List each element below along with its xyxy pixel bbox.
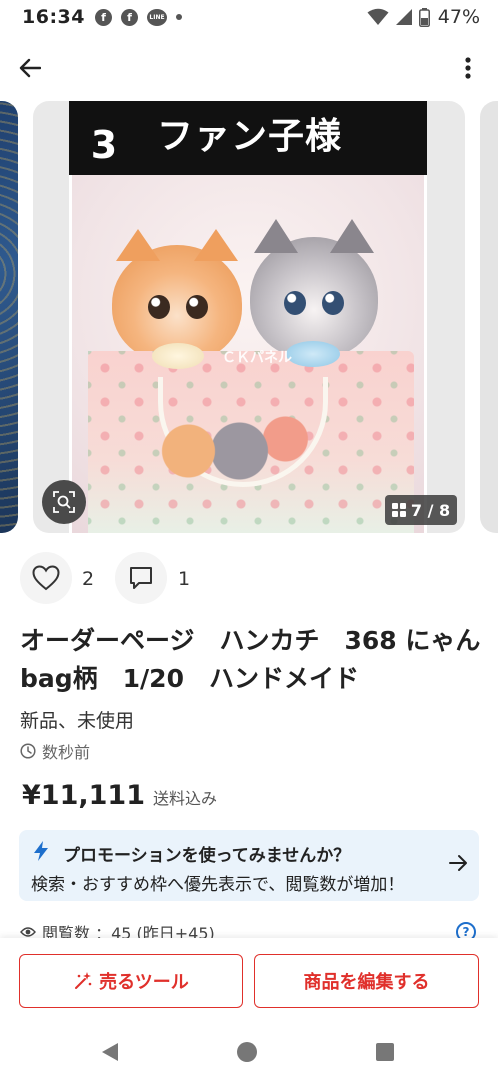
listed-time-row: 数秒前: [20, 739, 90, 763]
dot-icon: [175, 14, 182, 20]
product-photo: 3 ファン子様 ＣＫパネル: [69, 101, 427, 533]
banner-text: ファン子様: [157, 116, 343, 157]
like-count: 2: [82, 568, 95, 590]
item-price: ¥11,111: [22, 780, 145, 811]
notification-icons: f f LINE: [94, 8, 182, 26]
app-bar: [0, 44, 498, 90]
wifi-icon: [367, 8, 389, 25]
arrow-right-icon: [449, 855, 467, 871]
image-counter-badge: 7 / 8: [385, 495, 457, 525]
price-row: ¥11,111 送料込み: [22, 780, 217, 811]
arrow-left-icon: [19, 58, 41, 78]
eye-icon: [20, 927, 36, 937]
image-counter: 7 / 8: [410, 500, 451, 520]
action-bar: 売るツール 商品を編集する: [0, 938, 498, 1026]
comment-icon: [130, 567, 152, 589]
like-button[interactable]: [20, 552, 72, 604]
kittens-illustration: ＣＫパネル: [69, 175, 427, 533]
back-button[interactable]: [14, 52, 46, 84]
comment-button[interactable]: [115, 552, 167, 604]
nav-recents-icon[interactable]: [376, 1043, 394, 1061]
system-icons: 47%: [367, 6, 480, 28]
zoom-button[interactable]: [42, 480, 86, 524]
status-time: 16:34: [22, 6, 85, 28]
shipping-label: 送料込み: [152, 789, 217, 808]
previous-image-peek[interactable]: [0, 101, 18, 533]
listed-time: 数秒前: [42, 743, 91, 762]
nav-home-icon[interactable]: [237, 1042, 257, 1062]
edit-item-label: 商品を編集する: [303, 972, 430, 993]
facebook-icon: f: [120, 8, 138, 26]
cream-bow: [152, 343, 204, 369]
photo-banner: 3 ファン子様: [69, 101, 427, 175]
sell-tools-button[interactable]: 売るツール: [19, 954, 243, 1008]
battery-icon: [418, 7, 430, 27]
promotion-description: 検索・おすすめ枠へ優先表示で、閲覧数が増加！: [31, 875, 405, 895]
more-vertical-icon: [465, 57, 471, 79]
blue-bow: [286, 341, 340, 367]
more-options-button[interactable]: [452, 52, 484, 84]
promotion-banner[interactable]: プロモーションを使ってみませんか？ 検索・おすすめ枠へ優先表示で、閲覧数が増加！: [19, 830, 479, 901]
watermark: ＣＫパネル: [222, 350, 292, 366]
bag-print-kittens: [146, 407, 316, 487]
lightning-icon: [34, 841, 48, 861]
item-condition: 新品、未使用: [20, 710, 135, 732]
facebook-icon: f: [94, 8, 112, 26]
next-image-peek[interactable]: [480, 101, 498, 533]
system-nav-bar: [0, 1026, 498, 1080]
banner-number: 3: [90, 123, 118, 167]
nav-back-icon[interactable]: [100, 1042, 120, 1062]
item-title: オーダーページ ハンカチ 368 にゃんbag柄 1/20 ハンドメイド: [20, 626, 481, 693]
battery-percent: 47%: [437, 6, 480, 28]
line-icon: LINE: [146, 8, 167, 26]
current-image-card[interactable]: 3 ファン子様 ＣＫパネル 7 / 8: [33, 101, 465, 533]
magic-wand-icon: [75, 972, 92, 989]
edit-item-button[interactable]: 商品を編集する: [254, 954, 479, 1008]
grid-icon: [391, 503, 406, 517]
sell-tools-label: 売るツール: [99, 972, 189, 993]
zoom-scan-icon: [53, 491, 75, 513]
reactions-row: 2 1: [0, 552, 498, 608]
clock-icon: [20, 743, 36, 759]
heart-icon: [32, 565, 60, 591]
comment-count: 1: [178, 568, 191, 590]
image-carousel[interactable]: 3 ファン子様 ＣＫパネル 7 / 8: [0, 101, 498, 533]
promotion-title: プロモーションを使ってみませんか？: [63, 846, 351, 866]
status-bar: 16:34 f f LINE 47%: [0, 0, 498, 34]
signal-icon: [395, 9, 412, 25]
